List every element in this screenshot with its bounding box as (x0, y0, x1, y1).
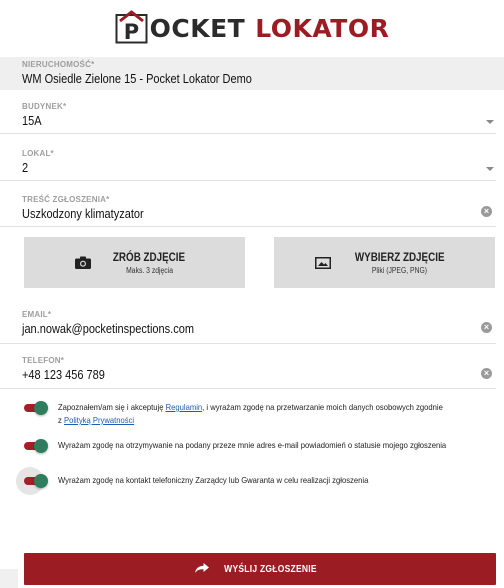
email-label: EMAIL* (22, 310, 52, 319)
choose-photo-title: WYBIERZ ZDJĘCIE (354, 250, 445, 264)
property-value: WM Osiedle Zielone 15 - Pocket Lokator D… (22, 72, 252, 86)
take-photo-button[interactable]: ZRÓB ZDJĘCIE Maks. 3 zdjęcia (24, 237, 245, 288)
privacy-policy-link[interactable]: Polityką Prywatności (64, 415, 134, 425)
consent-email-text: Wyrażam zgodę na otrzymywanie na podany … (58, 440, 447, 450)
property-field[interactable]: NIERUCHOMOŚĆ* WM Osiedle Zielone 15 - Po… (0, 57, 504, 90)
logo-word-lokator: LOKATOR (255, 13, 390, 43)
choose-photo-button[interactable]: WYBIERZ ZDJĘCIE Pliki (JPEG, PNG) (274, 237, 495, 288)
phone-label: TELEFON* (22, 356, 65, 365)
report-underline (0, 226, 496, 227)
consent-phone-toggle[interactable] (16, 467, 48, 495)
phone-underline (0, 388, 496, 389)
submit-label: WYŚLIJ ZGŁOSZENIE (224, 563, 317, 575)
share-arrow-icon (195, 560, 209, 578)
report-value: Uszkodzony klimatyzator (22, 207, 144, 221)
email-underline (0, 343, 496, 344)
unit-value: 2 (22, 161, 29, 175)
report-content-input[interactable]: TREŚĆ ZGŁOSZENIA* Uszkodzony klimatyzato… (0, 195, 500, 227)
phone-field[interactable]: TELEFON* +48 123 456 789 × (0, 356, 500, 389)
email-field[interactable]: EMAIL* jan.nowak@pocketinspections.com × (0, 310, 500, 344)
phone-value: +48 123 456 789 (22, 368, 105, 382)
terms-link[interactable]: Regulamin (166, 402, 203, 412)
logo-word-pocket: OCKET (149, 13, 246, 43)
corner-shade (0, 569, 18, 588)
clear-icon[interactable]: × (481, 368, 492, 379)
building-value: 15A (22, 114, 42, 128)
consent-email: Wyrażam zgodę na otrzymywanie na podany … (22, 439, 492, 453)
report-label: TREŚĆ ZGŁOSZENIA* (22, 195, 110, 204)
take-photo-subtitle: Maks. 3 zdjęcia (126, 266, 173, 275)
clear-icon[interactable]: × (481, 322, 492, 333)
property-label: NIERUCHOMOŚĆ* (22, 60, 95, 69)
unit-label: LOKAL* (22, 149, 54, 158)
chevron-down-icon[interactable] (486, 120, 494, 124)
building-label: BUDYNEK* (22, 102, 67, 111)
consent-email-toggle[interactable] (22, 439, 48, 453)
building-select[interactable]: BUDYNEK* 15A (0, 102, 500, 134)
logo-house-icon: P (115, 9, 148, 44)
consent-terms: Zapoznałem/am się i akceptuję Regulamin,… (22, 401, 492, 427)
building-underline (0, 133, 496, 134)
consent-phone: Wyrażam zgodę na kontakt telefoniczny Za… (16, 467, 492, 495)
consent-terms-text: Zapoznałem/am się i akceptuję Regulamin,… (58, 402, 443, 425)
consent-terms-toggle[interactable] (22, 401, 48, 415)
image-icon (314, 256, 331, 269)
unit-select[interactable]: LOKAL* 2 (0, 149, 500, 181)
clear-icon[interactable]: × (481, 206, 492, 217)
consent-phone-text: Wyrażam zgodę na kontakt telefoniczny Za… (58, 475, 369, 485)
chevron-down-icon[interactable] (486, 167, 494, 171)
app-logo: P OCKET LOKATOR (0, 6, 504, 46)
submit-button[interactable]: WYŚLIJ ZGŁOSZENIE (24, 553, 496, 585)
take-photo-title: ZRÓB ZDJĘCIE (113, 250, 186, 264)
choose-photo-subtitle: Pliki (JPEG, PNG) (371, 266, 428, 275)
email-value: jan.nowak@pocketinspections.com (22, 322, 194, 336)
logo-letter: P (123, 20, 138, 44)
unit-underline (0, 180, 496, 181)
camera-icon (75, 256, 92, 269)
